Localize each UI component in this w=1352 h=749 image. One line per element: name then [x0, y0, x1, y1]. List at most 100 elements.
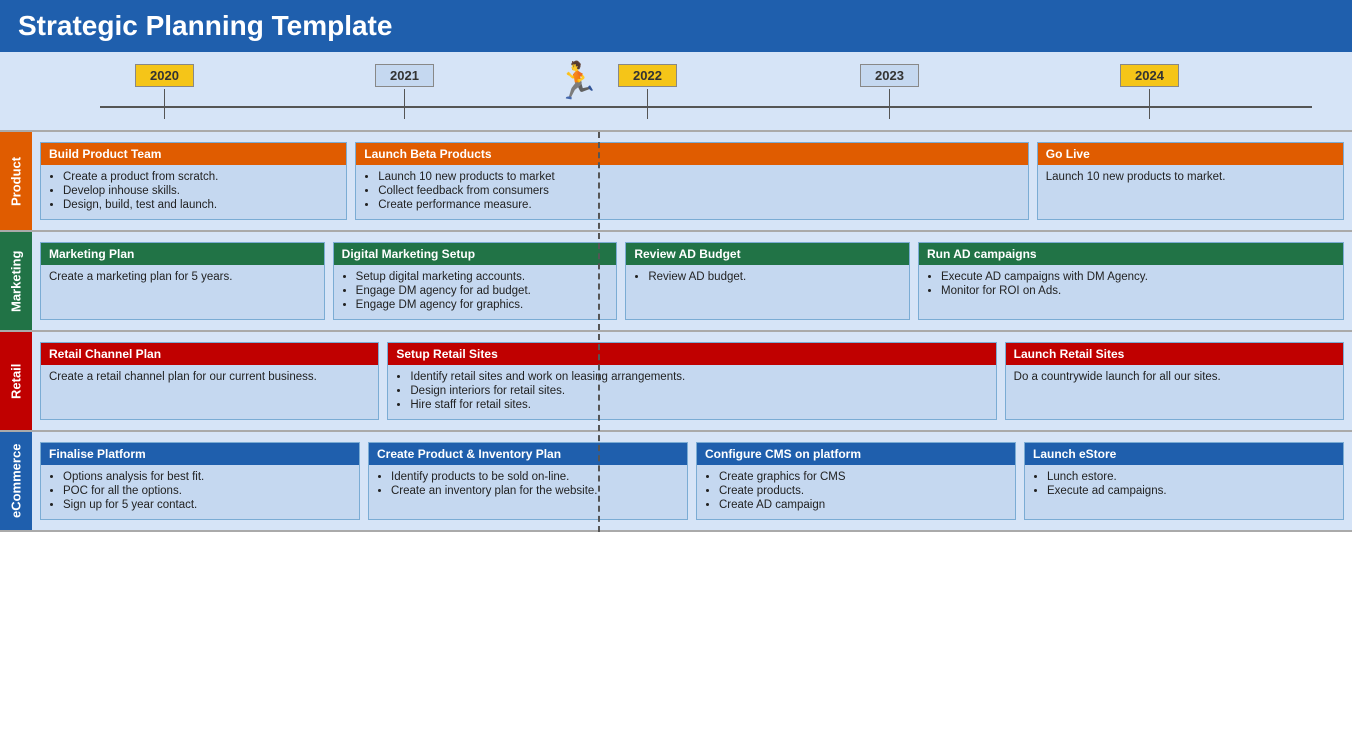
list-item: Engage DM agency for graphics. — [356, 299, 609, 311]
list-item: Collect feedback from consumers — [378, 185, 1020, 197]
lane-ecommerce: eCommerce Finalise Platform Options anal… — [0, 432, 1352, 532]
card-body-launch-beta: Launch 10 new products to market Collect… — [356, 165, 1028, 219]
list-item: Hire staff for retail sites. — [410, 399, 987, 411]
card-title-configure-cms: Configure CMS on platform — [697, 443, 1015, 465]
year-2023: 2023 — [860, 64, 919, 119]
card-body-go-live: Launch 10 new products to market. — [1038, 165, 1343, 189]
card-title-digital-marketing: Digital Marketing Setup — [334, 243, 617, 265]
year-line-2021 — [404, 89, 405, 119]
card-text-launch-retail-sites: Do a countrywide launch for all our site… — [1014, 371, 1221, 383]
card-title-go-live: Go Live — [1038, 143, 1343, 165]
card-body-create-product-inventory: Identify products to be sold on-line. Cr… — [369, 465, 687, 505]
card-run-ad-campaigns: Run AD campaigns Execute AD campaigns wi… — [918, 242, 1344, 320]
lane-label-retail: Retail — [0, 332, 32, 430]
card-create-product-inventory: Create Product & Inventory Plan Identify… — [368, 442, 688, 520]
list-item: Sign up for 5 year contact. — [63, 499, 351, 511]
year-label-2024: 2024 — [1120, 64, 1179, 87]
card-body-finalise-platform: Options analysis for best fit. POC for a… — [41, 465, 359, 519]
card-body-review-ad-budget: Review AD budget. — [626, 265, 909, 291]
card-body-setup-retail-sites: Identify retail sites and work on leasin… — [388, 365, 995, 419]
runner-icon: 🏃 — [555, 60, 600, 102]
year-2022: 2022 — [618, 64, 677, 119]
card-body-retail-channel-plan: Create a retail channel plan for our cur… — [41, 365, 378, 389]
year-line-2024 — [1149, 89, 1150, 119]
card-title-marketing-plan: Marketing Plan — [41, 243, 324, 265]
card-title-retail-channel-plan: Retail Channel Plan — [41, 343, 378, 365]
card-configure-cms: Configure CMS on platform Create graphic… — [696, 442, 1016, 520]
list-item: Identify products to be sold on-line. — [391, 471, 679, 483]
card-launch-beta: Launch Beta Products Launch 10 new produ… — [355, 142, 1029, 220]
year-line-2023 — [889, 89, 890, 119]
card-title-launch-estore: Launch eStore — [1025, 443, 1343, 465]
list-item: Monitor for ROI on Ads. — [941, 285, 1335, 297]
card-title-setup-retail-sites: Setup Retail Sites — [388, 343, 995, 365]
year-2020: 2020 — [135, 64, 194, 119]
timeline-line — [100, 106, 1312, 108]
list-item: Launch 10 new products to market — [378, 171, 1020, 183]
list-item: Create performance measure. — [378, 199, 1020, 211]
list-item: Engage DM agency for ad budget. — [356, 285, 609, 297]
year-label-2022: 2022 — [618, 64, 677, 87]
card-body-launch-estore: Lunch estore. Execute ad campaigns. — [1025, 465, 1343, 505]
card-body-launch-retail-sites: Do a countrywide launch for all our site… — [1006, 365, 1343, 389]
card-text-go-live: Launch 10 new products to market. — [1046, 171, 1226, 183]
list-item: POC for all the options. — [63, 485, 351, 497]
year-2021: 2021 — [375, 64, 434, 119]
card-title-create-product-inventory: Create Product & Inventory Plan — [369, 443, 687, 465]
card-review-ad-budget: Review AD Budget Review AD budget. — [625, 242, 910, 320]
card-body-build-product-team: Create a product from scratch. Develop i… — [41, 165, 346, 219]
card-build-product-team: Build Product Team Create a product from… — [40, 142, 347, 220]
timeline-row: 2020 2021 🏃 2022 2023 2024 — [0, 52, 1352, 132]
list-item: Design interiors for retail sites. — [410, 385, 987, 397]
card-title-run-ad-campaigns: Run AD campaigns — [919, 243, 1343, 265]
card-title-launch-retail-sites: Launch Retail Sites — [1006, 343, 1343, 365]
card-title-review-ad-budget: Review AD Budget — [626, 243, 909, 265]
list-item: Develop inhouse skills. — [63, 185, 338, 197]
year-label-2020: 2020 — [135, 64, 194, 87]
card-body-run-ad-campaigns: Execute AD campaigns with DM Agency. Mon… — [919, 265, 1343, 305]
lane-cards-marketing: Marketing Plan Create a marketing plan f… — [32, 232, 1352, 330]
year-2024: 2024 — [1120, 64, 1179, 119]
card-go-live: Go Live Launch 10 new products to market… — [1037, 142, 1344, 220]
content-area: Product Build Product Team Create a prod… — [0, 132, 1352, 532]
year-line-2022 — [647, 89, 648, 119]
card-title-finalise-platform: Finalise Platform — [41, 443, 359, 465]
list-item: Execute AD campaigns with DM Agency. — [941, 271, 1335, 283]
card-launch-estore: Launch eStore Lunch estore. Execute ad c… — [1024, 442, 1344, 520]
card-setup-retail-sites: Setup Retail Sites Identify retail sites… — [387, 342, 996, 420]
card-launch-retail-sites: Launch Retail Sites Do a countrywide lau… — [1005, 342, 1344, 420]
lane-retail: Retail Retail Channel Plan Create a reta… — [0, 332, 1352, 432]
lane-cards-ecommerce: Finalise Platform Options analysis for b… — [32, 432, 1352, 530]
lane-cards-product: Build Product Team Create a product from… — [32, 132, 1352, 230]
year-label-2023: 2023 — [860, 64, 919, 87]
lane-marketing: Marketing Marketing Plan Create a market… — [0, 232, 1352, 332]
list-item: Identify retail sites and work on leasin… — [410, 371, 987, 383]
list-item: Setup digital marketing accounts. — [356, 271, 609, 283]
year-line-2020 — [164, 89, 165, 119]
card-retail-channel-plan: Retail Channel Plan Create a retail chan… — [40, 342, 379, 420]
lane-label-marketing: Marketing — [0, 232, 32, 330]
list-item: Review AD budget. — [648, 271, 901, 283]
card-title-build-product-team: Build Product Team — [41, 143, 346, 165]
list-item: Lunch estore. — [1047, 471, 1335, 483]
lane-cards-retail: Retail Channel Plan Create a retail chan… — [32, 332, 1352, 430]
card-title-launch-beta: Launch Beta Products — [356, 143, 1028, 165]
lane-label-ecommerce: eCommerce — [0, 432, 32, 530]
page-title: Strategic Planning Template — [18, 10, 392, 41]
lane-product: Product Build Product Team Create a prod… — [0, 132, 1352, 232]
card-body-configure-cms: Create graphics for CMS Create products.… — [697, 465, 1015, 519]
list-item: Create products. — [719, 485, 1007, 497]
list-item: Create an inventory plan for the website… — [391, 485, 679, 497]
list-item: Create a product from scratch. — [63, 171, 338, 183]
list-item: Create graphics for CMS — [719, 471, 1007, 483]
card-finalise-platform: Finalise Platform Options analysis for b… — [40, 442, 360, 520]
list-item: Design, build, test and launch. — [63, 199, 338, 211]
list-item: Options analysis for best fit. — [63, 471, 351, 483]
card-body-digital-marketing: Setup digital marketing accounts. Engage… — [334, 265, 617, 319]
lane-label-product: Product — [0, 132, 32, 230]
card-marketing-plan: Marketing Plan Create a marketing plan f… — [40, 242, 325, 320]
page-header: Strategic Planning Template — [0, 0, 1352, 52]
card-text-retail-channel-plan: Create a retail channel plan for our cur… — [49, 371, 317, 383]
list-item: Create AD campaign — [719, 499, 1007, 511]
list-item: Execute ad campaigns. — [1047, 485, 1335, 497]
